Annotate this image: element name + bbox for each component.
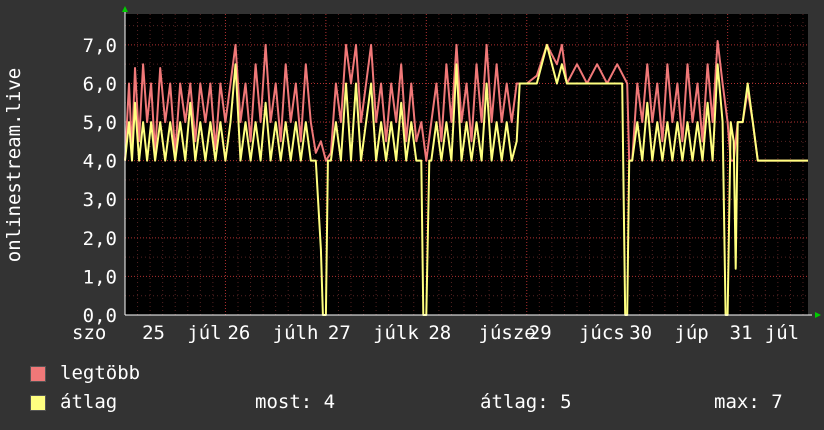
y-tick-label: 5,0	[83, 112, 117, 134]
y-tick-label: 7,0	[83, 35, 117, 57]
y-axis-arrow	[122, 6, 128, 12]
x-tick-label: júsze	[479, 322, 536, 344]
legend-swatch-avg	[30, 394, 46, 411]
stat-average: átlag: 5	[480, 391, 572, 413]
x-tick-label: 28	[428, 322, 451, 344]
y-tick-label: 2,0	[83, 228, 117, 250]
x-tick-label: júl	[187, 322, 221, 344]
legend-item-avg: átlag	[30, 391, 117, 413]
y-tick-label: 1,0	[83, 266, 117, 288]
x-tick-label: szo	[72, 322, 106, 344]
x-tick-label: júlk	[373, 322, 419, 344]
x-tick-label: 27	[328, 322, 351, 344]
x-tick-label: 25	[142, 322, 165, 344]
x-axis-arrow	[815, 312, 821, 318]
chart: 0,01,02,03,04,05,06,07,0szo 25 júl 26 júlh 27…	[3, 6, 821, 344]
y-tick-label: 3,0	[83, 189, 117, 211]
stat-now: most: 4	[255, 391, 336, 413]
x-tick-label: júlh	[273, 322, 319, 344]
stat-max: max: 7	[714, 391, 783, 413]
y-axis-label: onlinestream.live	[3, 68, 25, 262]
legend-label-max: legtöbb	[60, 362, 141, 384]
legend-swatch-max	[30, 365, 46, 382]
x-tick-label: júcs	[579, 322, 625, 344]
y-tick-label: 4,0	[83, 151, 117, 173]
legend-item-max: legtöbb	[30, 362, 140, 384]
x-tick-label: júl	[765, 322, 799, 344]
y-tick-label: 6,0	[83, 73, 117, 95]
x-tick-label: 30	[629, 322, 652, 344]
legend-label-avg: átlag	[60, 391, 118, 413]
plot-area	[125, 14, 808, 315]
x-tick-label: 26	[227, 322, 250, 344]
x-tick-label: 31	[730, 322, 753, 344]
x-tick-label: júp	[674, 322, 708, 344]
x-tick-label: 29	[529, 322, 552, 344]
